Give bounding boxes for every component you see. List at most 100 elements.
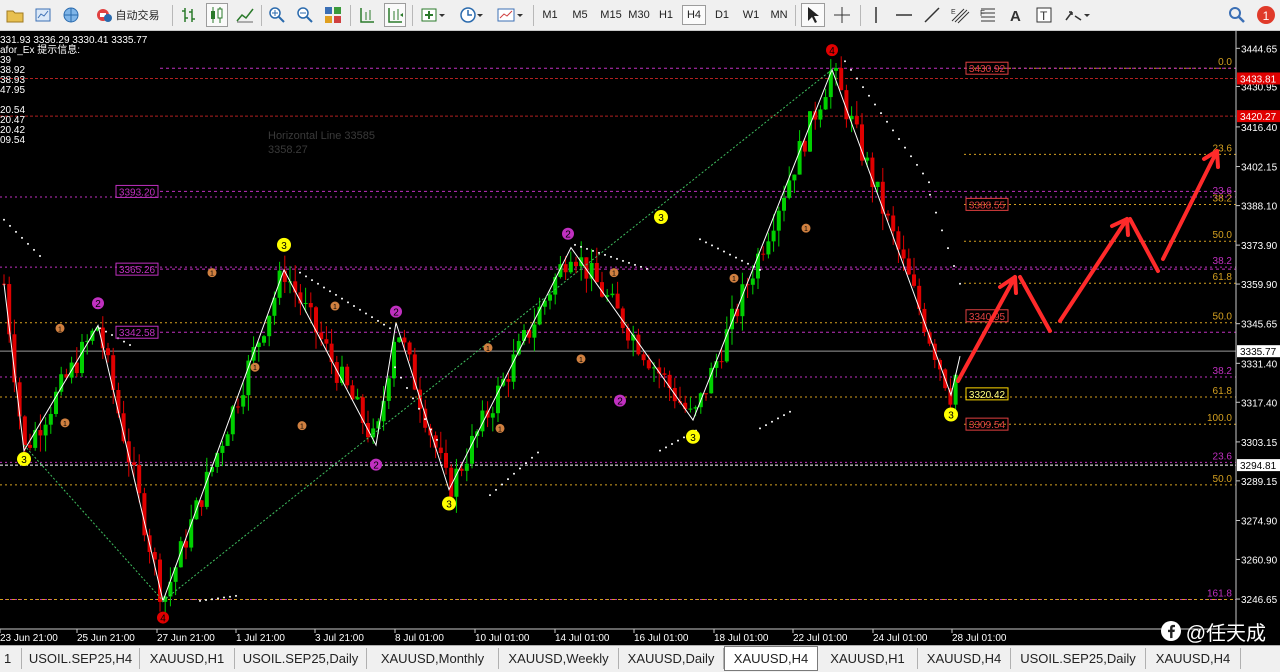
sar-dot bbox=[377, 319, 379, 322]
sar-dot bbox=[394, 366, 396, 369]
chart-tab[interactable]: XAUUSD,H1 bbox=[818, 648, 918, 669]
sar-dot bbox=[33, 248, 35, 251]
candle-body bbox=[402, 337, 407, 343]
timeframe-h4[interactable]: H4 bbox=[682, 5, 706, 25]
sar-dot bbox=[947, 247, 949, 250]
price-box-label: 3365.26 bbox=[119, 265, 156, 276]
sar-dot bbox=[15, 230, 17, 233]
horizontal-line-icon[interactable] bbox=[892, 3, 916, 27]
candle-body bbox=[834, 68, 838, 71]
candle-body bbox=[641, 354, 646, 361]
time-axis-label: 18 Jul 01:00 bbox=[714, 633, 769, 644]
chart-tab[interactable]: XAUUSD,Monthly bbox=[367, 648, 499, 669]
candle-body bbox=[594, 262, 599, 283]
hline-label: Horizontal Line 33585 bbox=[268, 130, 375, 142]
chart-shift-icon[interactable] bbox=[356, 3, 378, 27]
indicators-icon[interactable] bbox=[418, 3, 448, 27]
navigator-globe-icon[interactable] bbox=[60, 3, 82, 27]
bar-chart-icon[interactable] bbox=[178, 3, 200, 27]
chart-tab[interactable]: XAUUSD,H1 bbox=[140, 648, 235, 669]
timeframe-h1[interactable]: H1 bbox=[655, 5, 677, 25]
crosshair-icon[interactable] bbox=[830, 3, 854, 27]
chart-tab[interactable]: XAUUSD,H4 bbox=[1146, 648, 1241, 669]
chart-tab[interactable]: USOIL.SEP25,Daily bbox=[235, 648, 367, 669]
wave-marker-text: 3 bbox=[690, 433, 696, 444]
fib-level-label: 61.8 bbox=[1213, 386, 1233, 397]
templates-icon[interactable] bbox=[494, 3, 526, 27]
main-toolbar: 自动交易 M1 M5 M15 M30 H1 H4 D1 W1 MN E F A … bbox=[0, 0, 1280, 31]
candle-body bbox=[667, 374, 672, 388]
chart-tab[interactable]: USOIL.SEP25,Daily bbox=[1011, 648, 1146, 669]
wave-marker-text: 2 bbox=[393, 308, 399, 319]
notification-bell-icon[interactable]: 1 bbox=[1254, 3, 1278, 27]
timeframe-mn[interactable]: MN bbox=[767, 5, 791, 25]
wave-marker-text: 3 bbox=[21, 455, 27, 466]
price-axis-label: 3246.65 bbox=[1241, 595, 1278, 606]
chart-tab[interactable]: XAUUSD,Daily bbox=[619, 648, 724, 669]
autoscroll-icon[interactable] bbox=[384, 3, 406, 27]
watermark-text: @任天成 bbox=[1185, 622, 1266, 645]
sar-dot bbox=[741, 259, 743, 262]
tile-windows-icon[interactable] bbox=[322, 3, 344, 27]
arrows-dropdown-icon[interactable] bbox=[1060, 3, 1094, 27]
text-label-icon[interactable]: T bbox=[1032, 3, 1056, 27]
sar-dot bbox=[305, 275, 307, 278]
timeframe-m15[interactable]: M15 bbox=[597, 5, 625, 25]
folder-open-icon[interactable] bbox=[4, 3, 26, 27]
candle-body bbox=[548, 294, 552, 301]
fib-level-label: 50.0 bbox=[1213, 312, 1233, 323]
wave-marker-text: 1 bbox=[333, 304, 337, 311]
svg-text:A: A bbox=[1010, 8, 1021, 24]
wave-marker-text: 4 bbox=[829, 46, 835, 57]
auto-trade-button[interactable]: 自动交易 bbox=[88, 3, 166, 27]
candle-body bbox=[490, 413, 495, 418]
candle-body bbox=[865, 157, 870, 161]
text-tool-icon[interactable]: A bbox=[1004, 3, 1028, 27]
trendline-icon[interactable] bbox=[920, 3, 944, 27]
sar-dot bbox=[928, 181, 930, 184]
sar-dot bbox=[400, 376, 402, 379]
info-line: 09.54 bbox=[0, 135, 25, 146]
periods-clock-icon[interactable] bbox=[456, 3, 486, 27]
fibonacci-channel-icon[interactable]: E bbox=[948, 3, 972, 27]
price-axis-label: 3373.90 bbox=[1241, 241, 1278, 252]
sar-dot bbox=[335, 293, 337, 296]
auto-trade-label: 自动交易 bbox=[115, 10, 160, 22]
cursor-arrow-icon[interactable] bbox=[801, 3, 825, 27]
sar-dot bbox=[317, 282, 319, 285]
sar-dot bbox=[211, 598, 213, 601]
tab-fragment-left[interactable]: 1 bbox=[0, 648, 22, 669]
forecast-arrows bbox=[956, 149, 1220, 383]
candlestick-chart-icon[interactable] bbox=[206, 3, 228, 27]
sar-dot bbox=[299, 271, 301, 274]
timeframe-m1[interactable]: M1 bbox=[538, 5, 562, 25]
zoom-in-icon[interactable] bbox=[266, 3, 288, 27]
market-watch-icon[interactable] bbox=[32, 3, 54, 27]
price-axis-label: 3274.90 bbox=[1241, 516, 1278, 527]
time-axis-label: 1 Jul 21:00 bbox=[236, 633, 285, 644]
candle-body bbox=[693, 407, 698, 409]
timeframe-d1[interactable]: D1 bbox=[711, 5, 733, 25]
search-icon[interactable] bbox=[1226, 3, 1248, 27]
wave-marker-text: 1 bbox=[579, 357, 583, 364]
xauusd-h4-chart[interactable]: 0.023.638.250.061.8100.023.638.250.038.2… bbox=[0, 31, 1280, 645]
line-chart-icon[interactable] bbox=[234, 3, 256, 27]
time-axis-label: 23 Jun 21:00 bbox=[0, 633, 58, 644]
fib-level-label: 61.8 bbox=[1213, 272, 1233, 283]
sar-dot bbox=[525, 462, 527, 465]
sar-dot bbox=[223, 596, 225, 599]
chart-tab[interactable]: USOIL.SEP25,H4 bbox=[22, 648, 140, 669]
wave-marker-text: 1 bbox=[804, 226, 808, 233]
zoom-out-icon[interactable] bbox=[294, 3, 316, 27]
candle-body bbox=[912, 274, 916, 286]
chart-tab[interactable]: XAUUSD,Weekly bbox=[499, 648, 619, 669]
chart-tab[interactable]: XAUUSD,H4 bbox=[918, 648, 1011, 669]
chart-tab[interactable]: XAUUSD,H4 bbox=[724, 646, 818, 671]
timeframe-m5[interactable]: M5 bbox=[568, 5, 592, 25]
sar-dot bbox=[27, 242, 29, 245]
vertical-line-icon[interactable] bbox=[864, 3, 888, 27]
timeframe-m30[interactable]: M30 bbox=[626, 5, 652, 25]
price-chart-area[interactable]: 0.0 23.6 38.2 50.0 61.8 100.0 23.6 38.2 50.0 38.2… bbox=[0, 31, 1280, 645]
fibonacci-levels-icon[interactable]: F bbox=[976, 3, 1000, 27]
timeframe-w1[interactable]: W1 bbox=[739, 5, 763, 25]
